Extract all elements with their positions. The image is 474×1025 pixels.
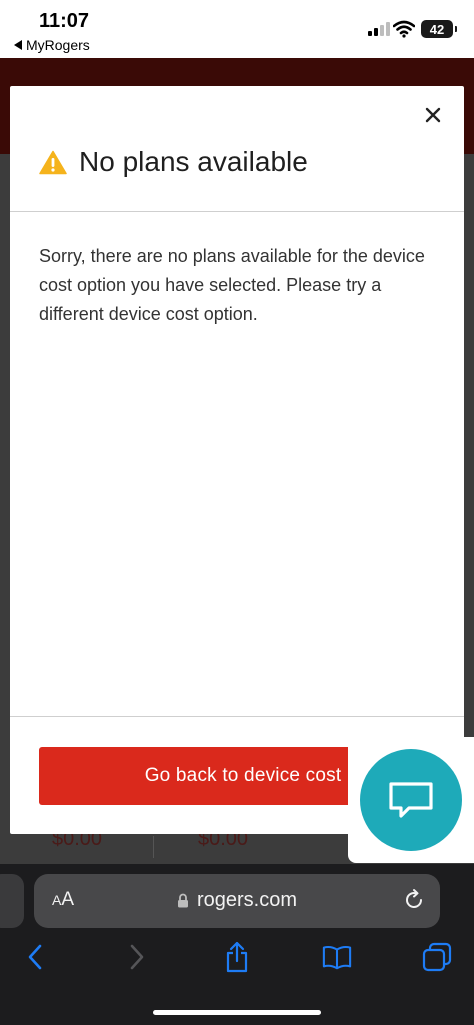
lock-icon	[177, 893, 188, 908]
forward-button[interactable]	[122, 942, 152, 972]
back-triangle-icon	[14, 40, 22, 50]
chat-button[interactable]	[360, 749, 462, 851]
reload-icon[interactable]	[402, 888, 426, 912]
cellular-signal-icon	[368, 22, 390, 36]
safari-toolbar	[0, 938, 474, 978]
tabs-button[interactable]	[422, 942, 452, 972]
safari-bottom-bar: AA rogers.com	[0, 864, 474, 1025]
modal-divider-bottom	[10, 716, 464, 717]
wifi-icon	[393, 20, 415, 38]
back-icon	[28, 944, 42, 970]
modal-header: No plans available	[39, 146, 308, 178]
status-time: 11:07	[39, 10, 90, 32]
tabs-icon	[422, 942, 452, 972]
back-button[interactable]	[20, 942, 50, 972]
forward-icon	[130, 944, 144, 970]
status-bar: 11:07 MyRogers 42	[0, 0, 474, 58]
bookmarks-icon	[322, 945, 352, 970]
bookmarks-button[interactable]	[322, 942, 352, 972]
url-text: rogers.com	[196, 889, 298, 911]
modal-title: No plans available	[79, 146, 308, 177]
back-app-label: MyRogers	[26, 37, 90, 53]
modal-divider-top	[10, 211, 464, 212]
address-bar[interactable]: AA rogers.com	[34, 874, 440, 928]
back-to-app-link[interactable]: MyRogers	[14, 37, 90, 53]
background-divider	[153, 836, 154, 858]
no-plans-modal: No plans available Sorry, there are no p…	[10, 86, 464, 834]
close-icon	[425, 107, 441, 123]
chat-bubble-icon	[389, 782, 433, 818]
modal-message: Sorry, there are no plans available for …	[39, 246, 425, 324]
share-icon	[226, 941, 248, 973]
battery-icon: 42	[421, 20, 457, 38]
previous-tab-preview[interactable]	[0, 874, 24, 928]
share-button[interactable]	[222, 941, 252, 973]
close-button[interactable]	[422, 104, 444, 126]
warning-icon	[39, 150, 67, 174]
home-indicator	[153, 1010, 321, 1015]
chat-widget	[348, 737, 474, 863]
